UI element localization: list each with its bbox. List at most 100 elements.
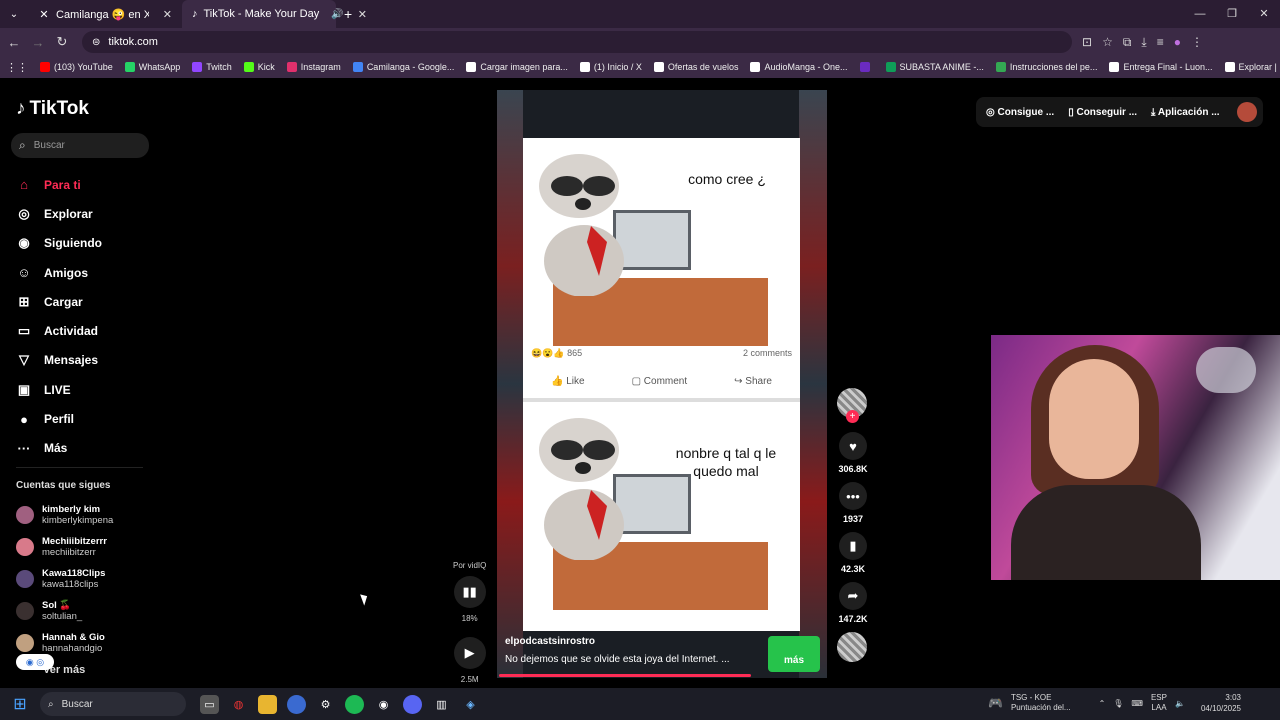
app-download-button[interactable]: ⤓ Aplicación ... xyxy=(1151,107,1220,118)
video-username[interactable]: elpodcastsinrostro xyxy=(505,636,595,647)
back-icon[interactable]: ← xyxy=(2,35,26,50)
stats-icon[interactable]: ▮▮ xyxy=(453,576,486,608)
profile-icon[interactable]: ● xyxy=(1174,35,1181,50)
chevron-up-icon[interactable]: ⌃ xyxy=(1099,699,1106,708)
bookmark-favicon-icon xyxy=(352,62,363,72)
taskbar-search[interactable]: ⌕ Buscar xyxy=(40,692,186,716)
language-indicator[interactable]: ESP LAA xyxy=(1151,693,1167,713)
followed-account[interactable]: Sol 🍒 soltulian_ xyxy=(16,595,113,627)
bookmark-icon[interactable]: ▮ xyxy=(839,532,867,560)
star-icon[interactable]: ☆ xyxy=(1102,35,1113,50)
sidebar-item-5[interactable]: ▭ Actividad xyxy=(16,316,102,345)
sound-avatar[interactable] xyxy=(837,632,867,662)
sidebar-item-2[interactable]: ◉ Siguiendo xyxy=(16,229,102,258)
sidebar-item-4[interactable]: ⊞ Cargar xyxy=(16,287,102,316)
account-name: Sol 🍒 xyxy=(42,600,72,611)
like-action: ♥ 306.8K xyxy=(837,432,869,474)
get-app-button[interactable]: ▯ Conseguir ... xyxy=(1068,107,1137,118)
game-icon[interactable]: 🎮 xyxy=(988,696,1003,710)
bookmark-item[interactable]: Explorar | Patreon xyxy=(1224,62,1280,72)
bookmark-item[interactable]: Ofertas de vuelos xyxy=(653,62,738,72)
reading-list-icon[interactable]: ≡ xyxy=(1157,35,1164,50)
audio-mixer-icon[interactable]: ▥ xyxy=(432,695,451,714)
tiktok-logo[interactable]: ♪ TikTok xyxy=(16,98,89,120)
minimize-icon[interactable]: — xyxy=(1184,0,1216,28)
clock[interactable]: 3:03 04/10/2025 xyxy=(1201,692,1241,714)
search-input[interactable]: ⌕ Buscar xyxy=(11,133,149,158)
bookmark-item[interactable]: Entrega Final - Luon... xyxy=(1109,62,1213,72)
sidebar-item-8[interactable]: ● Perfil xyxy=(16,404,102,433)
bookmark-item[interactable]: WhatsApp xyxy=(124,62,180,72)
address-bar[interactable]: ⊜ tiktok.com xyxy=(82,31,1072,53)
steam-icon[interactable]: ◈ xyxy=(461,695,480,714)
meme-panel-top: como cree ¿ xyxy=(523,142,800,346)
heart-icon[interactable]: ♥ xyxy=(839,432,867,460)
tab-search-icon[interactable]: ⌄ xyxy=(0,9,28,20)
bookmark-item[interactable]: AudioManga - One... xyxy=(750,62,848,72)
sidebar-item-6[interactable]: ▽ Mensajes xyxy=(16,346,102,375)
close-window-icon[interactable]: ✕ xyxy=(1248,0,1280,28)
play-icon[interactable]: ▶ xyxy=(453,637,486,669)
windows-start-icon[interactable]: ⊞ xyxy=(0,694,40,714)
settings-gear-icon[interactable]: ⚙ xyxy=(316,695,335,714)
bookmark-item[interactable]: Twitch xyxy=(192,62,232,72)
user-avatar[interactable] xyxy=(1237,102,1257,122)
more-button[interactable]: más xyxy=(768,636,820,672)
app-icon[interactable]: ◍ xyxy=(229,695,248,714)
sidebar-item-3[interactable]: ☺ Amigos xyxy=(16,258,102,287)
comment-icon[interactable]: ••• xyxy=(839,482,867,510)
mic-icon[interactable]: 🎙 xyxy=(1113,699,1123,708)
bookmark-favicon-icon xyxy=(1224,62,1235,72)
sidebar-item-1[interactable]: ◎ Explorar xyxy=(16,199,102,228)
close-icon[interactable]: ✕ xyxy=(358,8,367,21)
volume-icon[interactable]: 🔈 xyxy=(1175,699,1185,708)
sidebar-item-9[interactable]: ··· Más xyxy=(16,434,102,463)
reload-icon[interactable]: ↻ xyxy=(50,34,74,50)
tab-tiktok[interactable]: ♪ TikTok - Make Your Day 🔊 ✕ xyxy=(182,0,367,28)
download-icon[interactable]: ⤓ xyxy=(1141,35,1146,50)
apps-icon[interactable]: ⋮⋮ xyxy=(6,61,28,74)
sidebar-item-0[interactable]: ⌂ Para ti xyxy=(16,170,102,199)
follow-plus-icon[interactable]: + xyxy=(846,410,859,423)
spotify-icon[interactable] xyxy=(345,694,364,714)
forward-icon[interactable]: → xyxy=(26,35,50,50)
bookmark-favicon-icon xyxy=(466,62,477,72)
bookmark-item[interactable]: (1) Inicio / X xyxy=(579,62,642,72)
tab-x[interactable]: ✕ Camilanga 😜 en X: "las nudes ✕ xyxy=(28,0,182,28)
now-playing[interactable]: TSG - KOE Puntuación del... xyxy=(1011,693,1071,713)
bookmark-item[interactable] xyxy=(859,62,874,72)
discord-icon[interactable] xyxy=(403,694,422,714)
video-player[interactable]: como cree ¿ 😆😮👍 865 2 comments 👍 Like ▢ … xyxy=(497,90,827,678)
restore-icon[interactable]: ❐ xyxy=(1216,0,1248,28)
activity-icon: ▭ xyxy=(17,323,31,339)
extension-icon[interactable]: ⧉ xyxy=(1123,35,1132,50)
translate-badge-icon[interactable]: ◉ ◎ xyxy=(16,654,54,670)
bookmark-favicon-icon xyxy=(995,62,1006,72)
creator-avatar[interactable]: + xyxy=(837,388,867,423)
site-info-icon[interactable]: ⊜ xyxy=(92,37,100,48)
menu-icon[interactable]: ⋮ xyxy=(1191,35,1203,50)
bookmark-item[interactable]: SUBASTA ANIME -... xyxy=(885,62,984,72)
share-icon[interactable]: ➦ xyxy=(839,582,867,610)
get-coins-button[interactable]: ◎ Consigue ... xyxy=(986,107,1054,118)
keyboard-icon[interactable]: ⌨ xyxy=(1131,699,1143,708)
followed-account[interactable]: Mechiiibitzerrr mechiibitzerr xyxy=(16,531,113,563)
obs-icon[interactable]: ◉ xyxy=(374,695,393,714)
followed-account[interactable]: kimberly kim kimberlykimpena xyxy=(16,499,113,531)
bookmark-item[interactable]: Kick xyxy=(243,62,275,72)
close-icon[interactable]: ✕ xyxy=(163,8,172,21)
audio-icon[interactable]: 🔊 xyxy=(331,9,343,20)
new-tab-button[interactable]: + xyxy=(344,6,352,22)
file-explorer-icon[interactable] xyxy=(258,694,277,714)
bookmark-item[interactable]: Instrucciones del pe... xyxy=(995,62,1097,72)
video-progress-bar[interactable] xyxy=(499,674,751,677)
followed-account[interactable]: Kawa118Clips kawa118clips xyxy=(16,563,113,595)
install-icon[interactable]: ⊡ xyxy=(1082,35,1092,50)
bookmark-item[interactable]: Camilanga - Google... xyxy=(352,62,454,72)
bookmark-item[interactable]: Cargar imagen para... xyxy=(466,62,568,72)
chrome-icon[interactable] xyxy=(287,694,306,714)
bookmark-item[interactable]: Instagram xyxy=(286,62,341,72)
bookmark-item[interactable]: (103) YouTube xyxy=(40,62,113,72)
sidebar-item-7[interactable]: ▣ LIVE xyxy=(16,375,102,404)
task-view-icon[interactable]: ▭ xyxy=(200,694,219,714)
